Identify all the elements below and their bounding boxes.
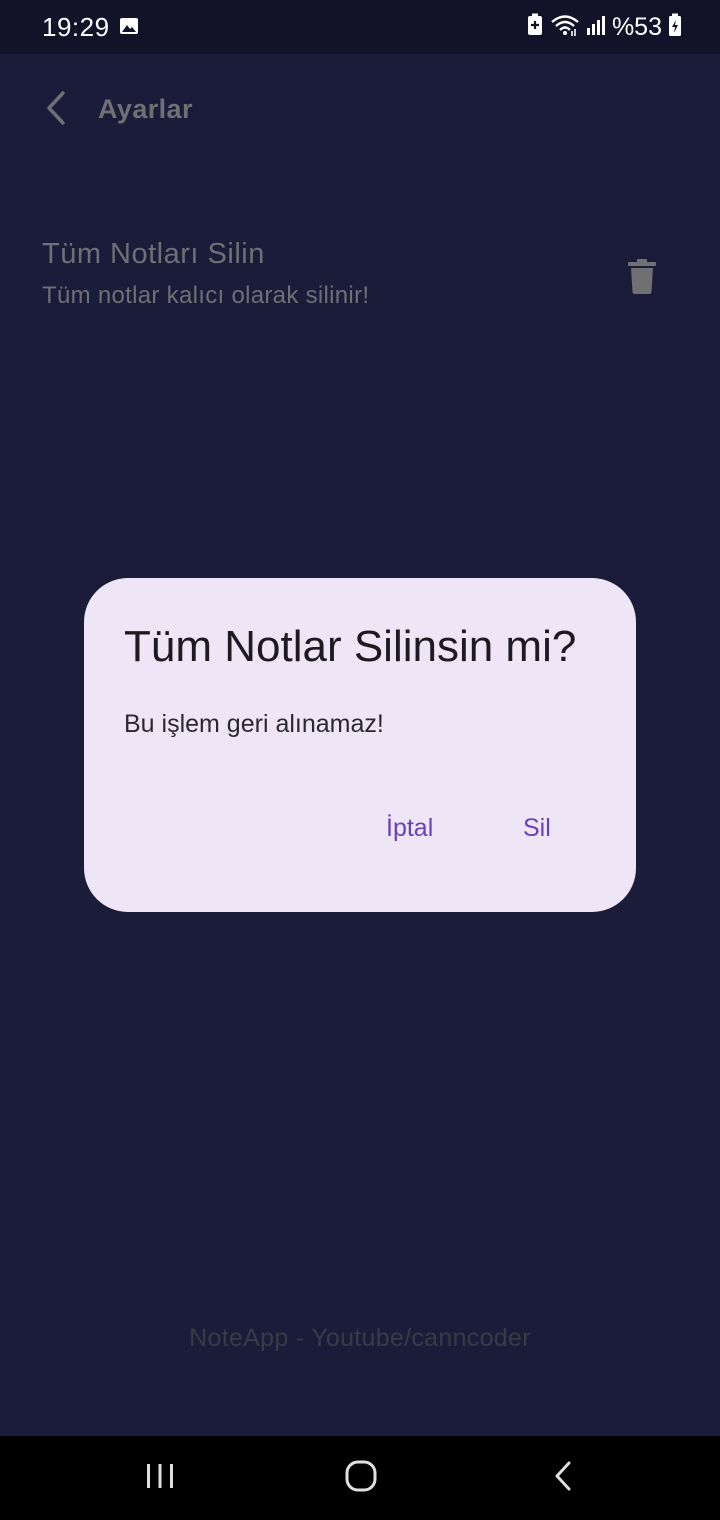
trash-icon <box>624 259 660 300</box>
signal-icon <box>586 14 606 41</box>
image-icon <box>119 17 139 40</box>
battery-saver-icon <box>526 13 544 42</box>
footer-credit: NoteApp - Youtube/canncoder <box>189 1324 531 1352</box>
setting-title: Tüm Notları Silin <box>42 238 265 270</box>
status-time: 19:29 <box>42 12 110 42</box>
chevron-left-icon <box>43 90 69 131</box>
home-icon <box>344 1459 378 1498</box>
battery-icon <box>668 13 682 42</box>
status-indicators: %53 <box>526 13 682 42</box>
wifi-icon <box>550 13 580 42</box>
recents-icon <box>145 1462 175 1495</box>
cancel-button[interactable]: İptal <box>366 800 453 856</box>
back-icon <box>552 1460 574 1497</box>
recents-button[interactable] <box>130 1456 190 1500</box>
confirm-delete-dialog: Tüm Notlar Silinsin mi? Bu işlem geri al… <box>84 578 636 912</box>
system-nav-bar <box>0 1436 720 1520</box>
home-button[interactable] <box>331 1456 391 1500</box>
delete-all-button[interactable] <box>624 256 660 296</box>
status-bar: 19:29 %53 <box>0 0 720 54</box>
dialog-title: Tüm Notlar Silinsin mi? <box>124 622 577 671</box>
dialog-message: Bu işlem geri alınamaz! <box>124 710 384 738</box>
system-back-button[interactable] <box>533 1456 593 1500</box>
back-button[interactable] <box>34 88 78 132</box>
setting-subtitle: Tüm notlar kalıcı olarak silinir! <box>42 282 370 309</box>
setting-delete-all-notes[interactable]: Tüm Notları Silin Tüm notlar kalıcı olar… <box>42 234 678 324</box>
confirm-delete-button[interactable]: Sil <box>503 800 571 856</box>
page-title: Ayarlar <box>98 94 193 124</box>
battery-percentage: %53 <box>611 13 662 41</box>
